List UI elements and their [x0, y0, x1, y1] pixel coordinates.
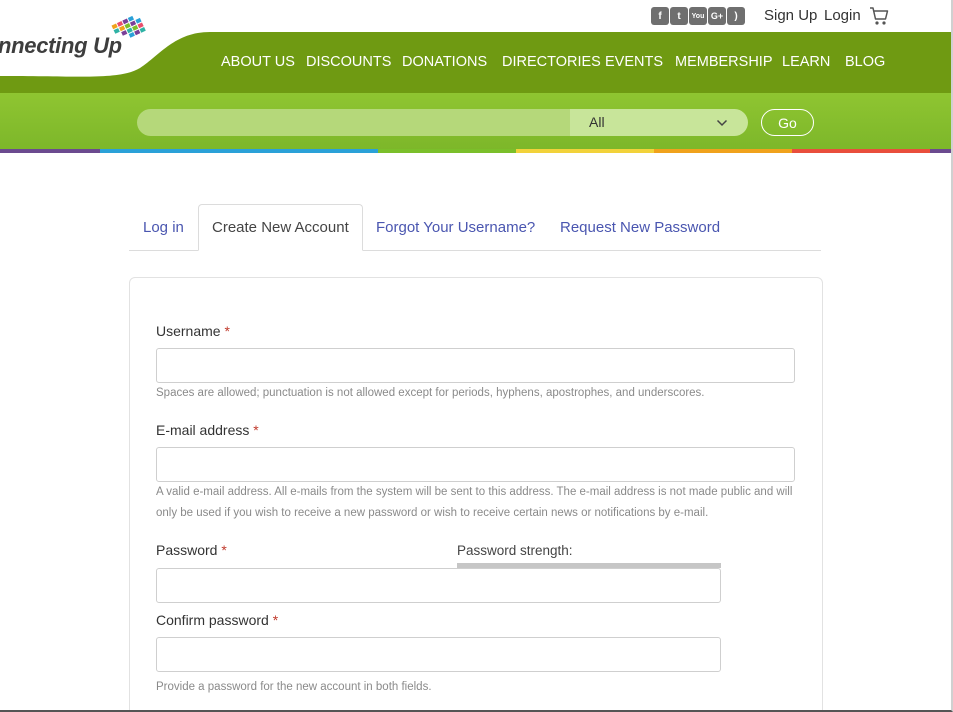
- color-stripe: [0, 149, 951, 153]
- twitter-icon[interactable]: t: [670, 7, 688, 25]
- nav-events[interactable]: EVENTS: [605, 54, 663, 70]
- password-help: Provide a password for the new account i…: [156, 681, 432, 693]
- nav-discounts[interactable]: DISCOUNTS: [306, 54, 391, 70]
- required-mark: *: [224, 323, 230, 339]
- tab-create-new-account[interactable]: Create New Account: [198, 204, 363, 251]
- username-label: Username *: [156, 323, 230, 339]
- nav-about-us[interactable]: ABOUT US: [221, 54, 295, 70]
- registration-form: Username * Spaces are allowed; punctuati…: [129, 277, 823, 710]
- required-mark: *: [221, 542, 227, 558]
- nav-donations[interactable]: DONATIONS: [402, 54, 487, 70]
- youtube-icon[interactable]: You: [689, 7, 707, 25]
- tab-request-new-password[interactable]: Request New Password: [560, 204, 720, 250]
- search-scope-select[interactable]: All: [570, 109, 748, 136]
- password-label: Password *: [156, 542, 227, 558]
- tab-forgot-username[interactable]: Forgot Your Username?: [376, 204, 535, 250]
- rss-icon[interactable]: ): [727, 7, 745, 25]
- nav-membership[interactable]: MEMBERSHIP: [675, 54, 773, 70]
- search-scope-value: All: [589, 114, 605, 130]
- chevron-down-icon: [716, 116, 728, 134]
- google-plus-icon[interactable]: G+: [708, 7, 726, 25]
- required-mark: *: [272, 612, 279, 628]
- confirm-password-label: Confirm password *: [156, 612, 279, 628]
- account-tabs: Log in Create New Account Forgot Your Us…: [129, 204, 821, 251]
- tab-log-in[interactable]: Log in: [143, 204, 184, 250]
- browser-viewport: f t You G+ ) Sign Up Login nnecting Up A…: [0, 0, 953, 712]
- email-field[interactable]: [156, 447, 795, 482]
- cart-icon[interactable]: [869, 6, 889, 31]
- signup-link[interactable]: Sign Up: [764, 7, 817, 24]
- confirm-password-field[interactable]: [156, 637, 721, 672]
- required-mark: *: [253, 422, 259, 438]
- facebook-icon[interactable]: f: [651, 7, 669, 25]
- email-help: A valid e-mail address. All e-mails from…: [156, 486, 793, 519]
- logo-text[interactable]: nnecting Up: [0, 33, 122, 59]
- search-input[interactable]: [137, 109, 570, 136]
- username-help: Spaces are allowed; punctuation is not a…: [156, 387, 705, 399]
- nav-blog[interactable]: BLOG: [845, 54, 885, 70]
- username-field[interactable]: [156, 348, 795, 383]
- email-label: E-mail address *: [156, 422, 259, 438]
- search-band: All Go: [0, 93, 951, 149]
- go-button[interactable]: Go: [761, 109, 814, 136]
- logo-mark-icon: [111, 15, 146, 38]
- nav-directories[interactable]: DIRECTORIES: [502, 54, 601, 70]
- password-field[interactable]: [156, 568, 721, 603]
- social-links: f t You G+ ): [651, 7, 745, 25]
- login-link[interactable]: Login: [824, 7, 861, 24]
- nav-learn[interactable]: LEARN: [782, 54, 830, 70]
- password-strength-label: Password strength:: [457, 543, 573, 558]
